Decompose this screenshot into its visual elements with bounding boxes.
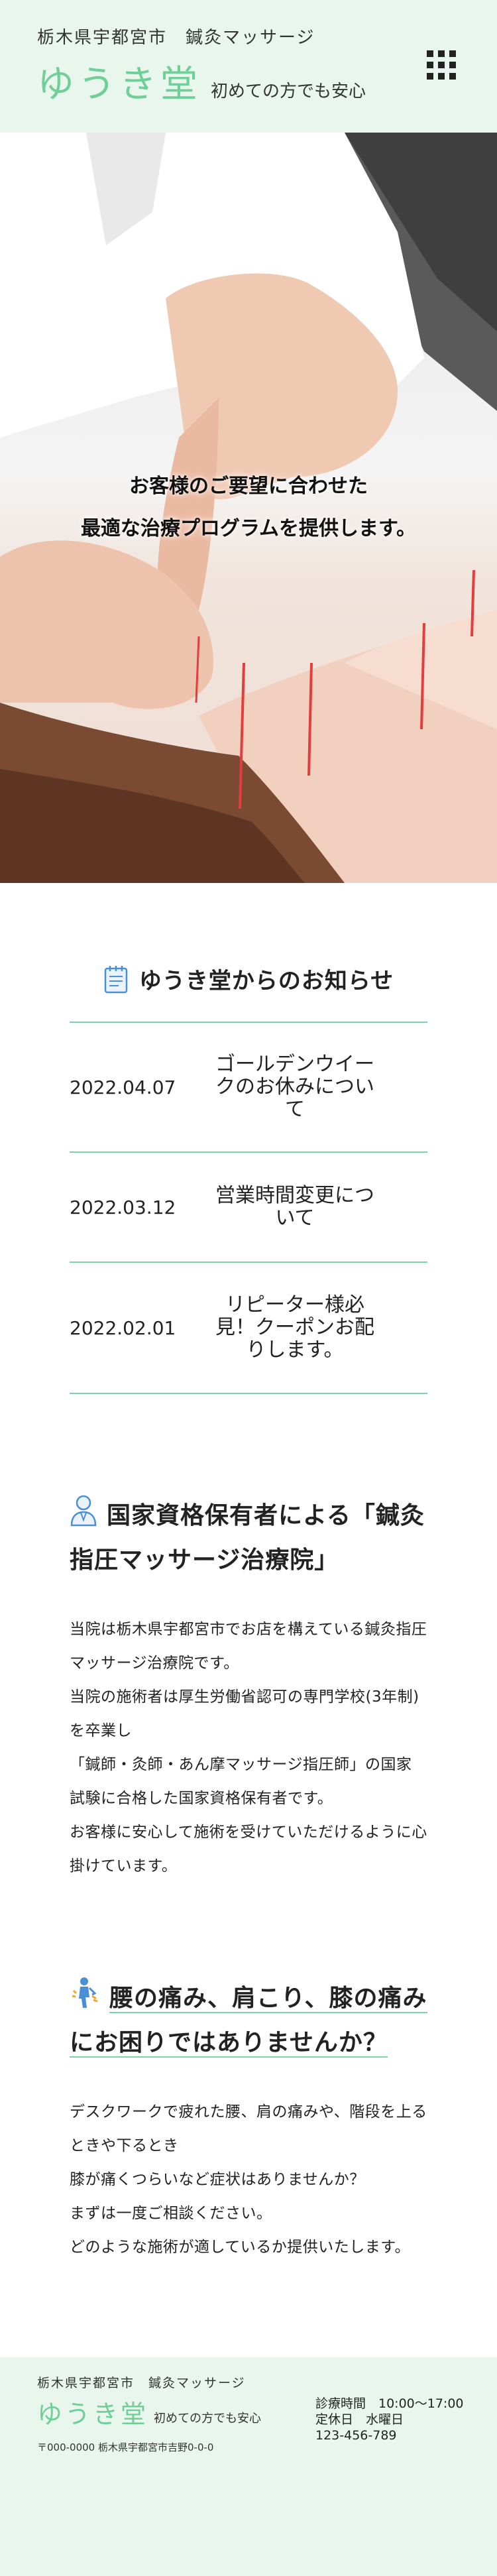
news-item[interactable]: 2022.02.01 リピーター様必見！クーポンお配りします。 [70,1263,427,1394]
worries-body: デスクワークで疲れた腰、肩の痛みや、階段を上るときや下るとき 膝が痛くつらいなど… [70,2095,427,2264]
header-tagline: 初めての方でも安心 [211,82,366,101]
back-pain-icon [70,1976,100,2022]
news-date: 2022.03.12 [70,1196,176,1218]
footer-tagline: 初めての方でも安心 [154,2412,262,2426]
qualification-title: 国家資格保有者による「鍼灸指圧マッサージ治療院」 [70,1502,425,1574]
notepad-icon [104,965,128,993]
news-section: ゆうき堂からのお知らせ 2022.04.07 ゴールデンウイークのお休みについて… [0,883,497,1394]
worries-paragraph: まずは一度ご相談ください。 [70,2205,272,2222]
worries-paragraph: デスクワークで疲れた腰、肩の痛みや、階段を上るときや下るとき [70,2103,427,2154]
grid-menu-icon[interactable] [427,50,456,80]
news-title: ゆうき堂からのお知らせ [138,968,394,994]
worries-section: 腰の痛み、肩こり、膝の痛みにお困りではありませんか？ デスクワークで疲れた腰、肩… [0,1883,497,2264]
footer-brand[interactable]: ゆうき堂 初めての方でも安心 [37,2400,261,2429]
qualification-paragraph: 「鍼師・灸師・あん摩マッサージ指圧師」の国家試験に合格した国家資格保有者です。 [70,1756,412,1807]
header-region-text: 栃木県宇都宮市 鍼灸マッサージ [37,28,315,48]
hero-line-2: 最適な治療プログラムを提供します。 [80,517,417,540]
site-logo[interactable]: ゆうき堂 [37,64,201,106]
worries-paragraph: どのような施術が適しているか提供いたします。 [70,2239,411,2256]
news-item[interactable]: 2022.04.07 ゴールデンウイークのお休みについて [70,1023,427,1153]
worries-title: 腰の痛み、肩こり、膝の痛みにお困りではありませんか？ [70,1985,427,2058]
site-header: 栃木県宇都宮市 鍼灸マッサージ ゆうき堂 初めての方でも安心 [0,0,497,133]
qualification-body: 当院は栃木県宇都宮市でお店を構えている鍼灸指圧マッサージ治療院です。 当院の施術… [70,1613,427,1883]
qualification-section: 国家資格保有者による「鍼灸指圧マッサージ治療院」 当院は栃木県宇都宮市でお店を構… [0,1394,497,1883]
hero-image: お客様のご要望に合わせた 最適な治療プログラムを提供します。 [0,133,497,883]
news-list: 2022.04.07 ゴールデンウイークのお休みについて 2022.03.12 … [70,1022,427,1394]
news-link[interactable]: ゴールデンウイークのお休みについて [209,1053,381,1121]
news-heading: ゆうき堂からのお知らせ [70,963,427,995]
worries-heading: 腰の痛み、肩こり、膝の痛みにお困りではありませんか？ [70,1976,427,2064]
news-link[interactable]: リピーター様必見！クーポンお配りします。 [209,1294,381,1362]
footer-hours: 診療時間 10:00～17:00 [315,2396,464,2411]
qualification-paragraph: お客様に安心して施術を受けていただけるように心掛けています。 [70,1824,427,1875]
news-item[interactable]: 2022.03.12 営業時間変更について [70,1153,427,1263]
worries-paragraph: 膝が痛くつらいなど症状はありませんか？ [70,2171,365,2188]
hero-line-1: お客様のご要望に合わせた [129,475,368,498]
qualification-heading: 国家資格保有者による「鍼灸指圧マッサージ治療院」 [70,1493,427,1581]
footer-phone[interactable]: 123-456-789 [315,2428,464,2443]
footer-closed-day: 定休日 水曜日 [315,2412,404,2427]
footer-logo[interactable]: ゆうき堂 [37,2400,148,2429]
qualification-paragraph: 当院の施術者は厚生労働省認可の専門学校(3年制)を卒業し [70,1688,419,1739]
hero-message: お客様のご要望に合わせた 最適な治療プログラムを提供します。 [0,465,497,550]
footer-region-text: 栃木県宇都宮市 鍼灸マッサージ [37,2376,246,2390]
news-date: 2022.02.01 [70,1317,176,1339]
qualification-paragraph: 当院は栃木県宇都宮市でお店を構えている鍼灸指圧マッサージ治療院です。 [70,1621,427,1672]
footer-address: 〒000-0000 栃木県宇都宮市吉野0-0-0 [37,2441,214,2453]
doctor-icon [70,1493,97,1540]
footer-info: 診療時間 10:00～17:00 定休日 水曜日 123-456-789 [315,2396,464,2443]
site-footer: 栃木県宇都宮市 鍼灸マッサージ ゆうき堂 初めての方でも安心 〒000-0000… [0,2357,497,2576]
header-brand[interactable]: ゆうき堂 初めての方でも安心 [37,64,366,106]
news-date: 2022.04.07 [70,1076,176,1098]
news-link[interactable]: 営業時間変更について [209,1185,381,1230]
